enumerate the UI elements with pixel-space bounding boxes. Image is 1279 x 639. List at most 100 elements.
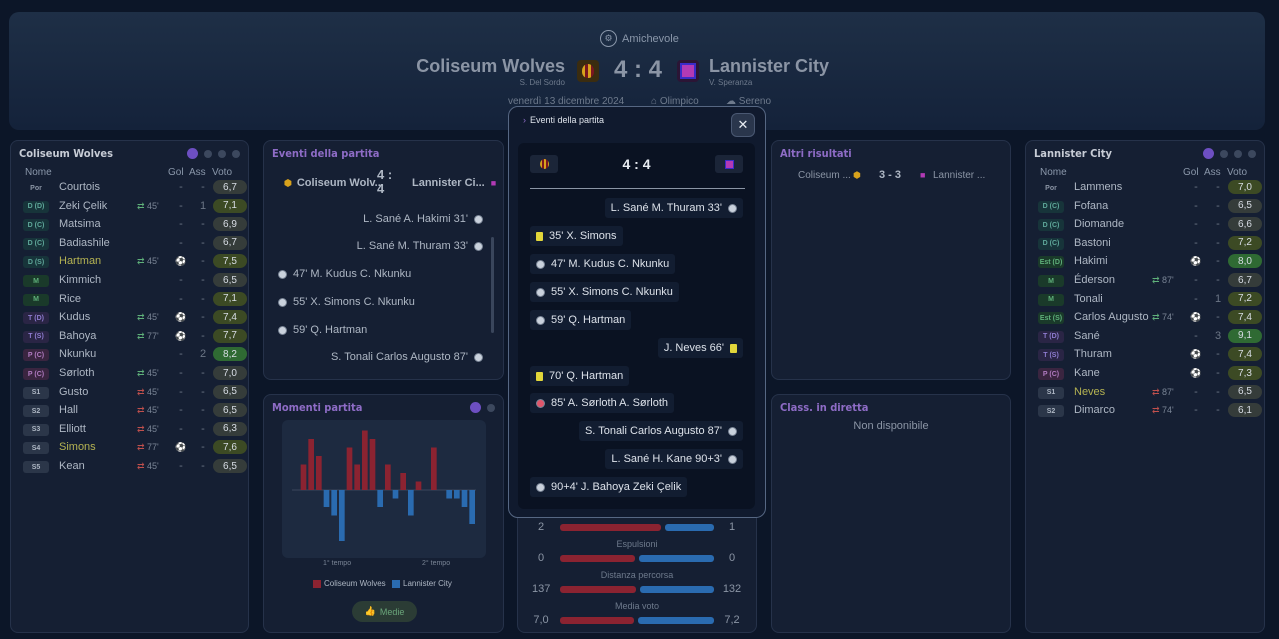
modal-event-item[interactable]: 85' A. Sørloth A. Sørloth [530,393,675,413]
legend-away: Lannister City [392,579,452,588]
position-badge: M [23,275,49,287]
page-dots[interactable] [187,148,240,159]
page-dot[interactable] [204,149,212,158]
close-icon[interactable]: ✕ [731,113,755,137]
player-row[interactable]: S2 Hall ⇄ 45' - -6,5 [17,402,247,420]
event-item[interactable]: L. Sané M. Thuram 33' [357,240,483,252]
event-item[interactable]: 59' Q. Hartman [278,324,367,336]
player-row[interactable]: P (C) Kane ⚽ -7,3 [1032,365,1262,383]
page-dot[interactable] [218,149,226,158]
ball-icon [278,269,287,279]
stat-away: 1 [728,521,736,533]
modal-event-item[interactable]: L. Sané H. Kane 90+3' [605,449,743,469]
player-row[interactable]: S1 Neves ⇄ 87' - -6,5 [1032,384,1262,402]
page-dots[interactable] [1203,148,1256,159]
events-scrollbar[interactable] [491,237,494,333]
goals: - [179,460,183,472]
modal-event-item[interactable]: 47' M. Kudus C. Nkunku [530,254,676,274]
away-team-name[interactable]: Lannister City [709,56,829,77]
result-home: Coliseum ... [798,170,851,181]
player-row[interactable]: M Rice - -7,1 [17,291,247,309]
player-row[interactable]: M Kimmich - -6,5 [17,272,247,290]
modal-event-item[interactable]: L. Sané M. Thuram 33' [604,198,743,218]
goals: - [1194,218,1198,231]
goals: - [179,404,183,417]
event-item[interactable]: 47' M. Kudus C. Nkunku [278,268,411,280]
away-momentum-bar [331,490,337,516]
page-dot[interactable] [1234,149,1242,158]
page-dot[interactable] [187,148,198,159]
home-crest-icon [577,60,599,82]
player-row[interactable]: M Éderson ⇄ 87' - -6,7 [1032,272,1262,290]
player-row[interactable]: T (S) Thuram ⚽ -7,4 [1032,346,1262,364]
player-row[interactable]: Est (S) Carlos Augusto ⇄ 74' ⚽ -7,4 [1032,309,1262,327]
modal-event-item[interactable]: 90+4' J. Bahoya Zeki Çelik [530,477,688,497]
page-dot[interactable] [1248,149,1256,158]
page-dots[interactable] [470,402,495,413]
panel-title: Lannister City [1034,147,1112,160]
page-dot[interactable] [470,402,481,413]
assists: - [201,329,205,342]
events-panel: Eventi della partita ⬢ Coliseum Wolv... 4… [263,140,504,380]
rating-badge: 7,1 [213,198,247,213]
home-momentum-bar [415,481,422,490]
modal-event-item[interactable]: 59' Q. Hartman [530,310,632,330]
modal-event-item[interactable]: 35' X. Simons [530,226,623,246]
player-name: Fofana [1074,199,1109,212]
home-team-name[interactable]: Coliseum Wolves [416,56,565,77]
result-row[interactable]: Coliseum ... ⬢ 3 - 3 ■ Lannister ... [793,167,993,187]
legend-home: Coliseum Wolves [313,579,386,588]
averages-button[interactable]: 👍 Medie [352,601,417,622]
player-row[interactable]: D (C) Bastoni - -7,2 [1032,235,1262,253]
player-row[interactable]: T (S) Bahoya ⇄ 77' ⚽ -7,7 [17,328,247,346]
page-dot[interactable] [487,403,495,412]
player-row[interactable]: T (D) Kudus ⇄ 45' ⚽ -7,4 [17,309,247,327]
player-row[interactable]: S2 Dimarco ⇄ 74' - -6,1 [1032,402,1262,420]
rating-badge: 6,5 [213,273,247,287]
ball-icon [474,214,483,224]
event-text: L. Sané M. Thuram 33' [610,202,722,214]
event-item[interactable]: 55' X. Simons C. Nkunku [278,296,415,308]
player-row[interactable]: D (C) Fofana - -6,5 [1032,198,1262,216]
page-dot[interactable] [1203,148,1214,159]
player-row[interactable]: S5 Kean ⇄ 45' - -6,5 [17,458,247,476]
page-dot[interactable] [232,149,240,158]
player-row[interactable]: D (C) Matsima - -6,9 [17,216,247,234]
player-row[interactable]: M Tonali - 1 7,2 [1032,291,1262,309]
home-momentum-bar [431,447,437,490]
modal-event-item[interactable]: J. Neves 66' [657,338,743,358]
modal-event-item[interactable]: 55' X. Simons C. Nkunku [530,282,679,302]
goal-icon: ⚽ [175,256,187,267]
ball-icon [536,315,545,325]
substitution: ⇄ 77' [137,331,159,342]
ball-icon [278,297,287,307]
player-row[interactable]: S4 Simons ⇄ 77' ⚽ -7,6 [17,439,247,457]
modal-title[interactable]: › Eventi della partita [523,115,604,125]
player-row[interactable]: Por Lammens - -7,0 [1032,179,1262,197]
player-row[interactable]: Est (D) Hakimi ⚽ -8,0 [1032,253,1262,271]
page-dot[interactable] [1220,149,1228,158]
player-row[interactable]: S1 Gusto ⇄ 45' - -6,5 [17,384,247,402]
player-row[interactable]: D (D) Zeki Çelik ⇄ 45' - 1 7,1 [17,198,247,216]
sub-in-icon: ⇄ [137,442,148,453]
assists: - [201,292,205,305]
result-away: Lannister ... [933,170,986,181]
event-item[interactable]: S. Tonali Carlos Augusto 87' [331,351,483,363]
player-row[interactable]: T (D) Sané - 3 9,1 [1032,328,1262,346]
assists: - [201,255,205,268]
event-item[interactable]: L. Sané A. Hakimi 31' [363,213,483,225]
player-row[interactable]: D (S) Hartman ⇄ 45' ⚽ -7,5 [17,253,247,271]
player-row[interactable]: P (C) Nkunku - 2 8,2 [17,346,247,364]
player-row[interactable]: Por Courtois - -6,7 [17,179,247,197]
rating-badge: 6,7 [213,180,247,194]
stat-away: 132 [722,583,742,595]
player-row[interactable]: S3 Elliott ⇄ 45' - -6,3 [17,421,247,439]
player-row[interactable]: P (C) Sørloth ⇄ 45' - -7,0 [17,365,247,383]
modal-event-item[interactable]: 70' Q. Hartman [530,366,630,386]
player-row[interactable]: D (C) Diomande - -6,6 [1032,216,1262,234]
player-row[interactable]: D (C) Badiashile - -6,7 [17,235,247,253]
stat-away-bar [640,586,714,593]
rating-badge: 6,7 [1228,273,1262,287]
away-momentum-bar [323,490,330,507]
modal-event-item[interactable]: S. Tonali Carlos Augusto 87' [578,421,743,441]
